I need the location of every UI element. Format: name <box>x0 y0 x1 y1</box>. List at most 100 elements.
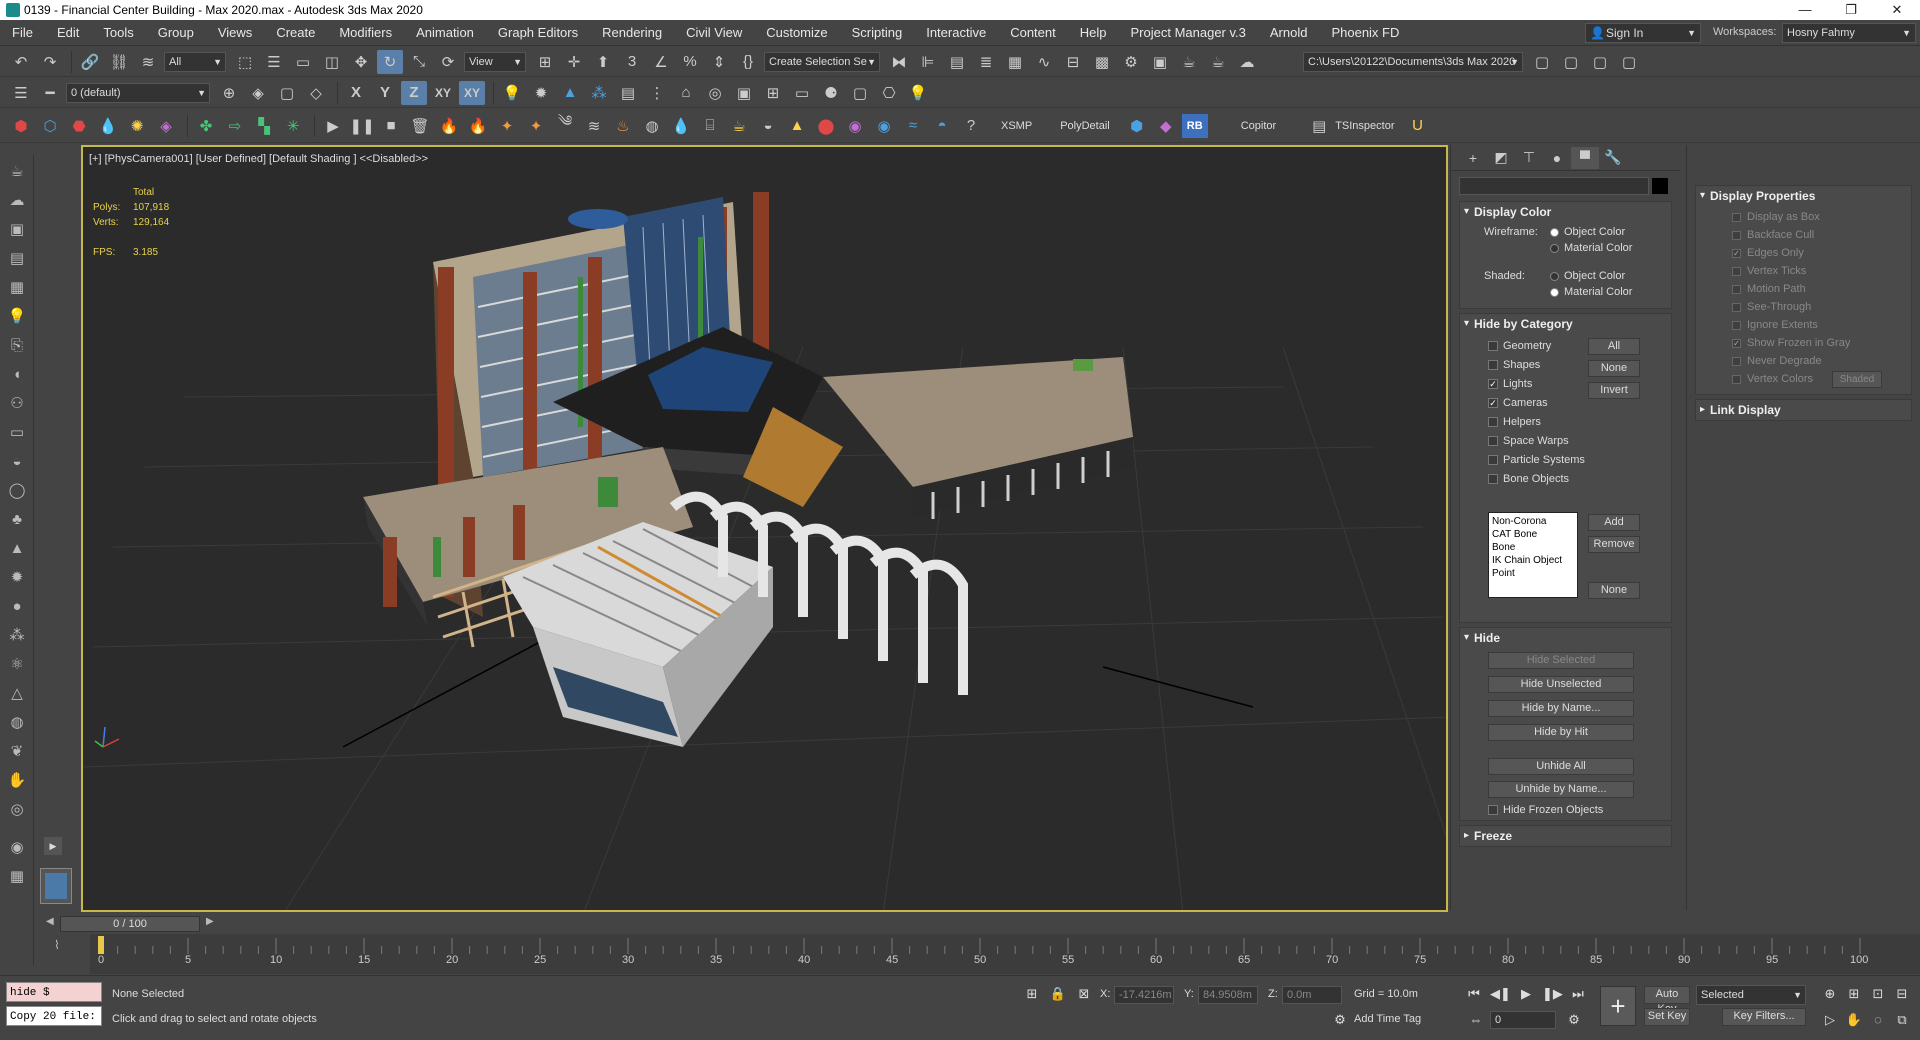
align-icon[interactable]: ⊫ <box>915 50 941 74</box>
tsinspector-button[interactable]: TSInspector <box>1335 120 1404 132</box>
category-invert-button[interactable]: Invert <box>1588 382 1640 399</box>
object-color-swatch[interactable] <box>1652 178 1668 194</box>
phoenix-turbulence-icon[interactable]: ≋ <box>581 114 607 138</box>
menu-content[interactable]: Content <box>998 25 1068 40</box>
axis-z-button[interactable]: Z <box>401 80 427 105</box>
ignore-extents-checkbox[interactable]: Ignore Extents <box>1696 316 1905 334</box>
edges-only-checkbox[interactable]: ✓ Edges Only <box>1696 244 1905 262</box>
freeze-header[interactable]: Freeze <box>1460 826 1671 846</box>
list-item[interactable]: Point <box>1492 567 1574 580</box>
render-cloud-icon[interactable]: ☁ <box>1234 50 1260 74</box>
curve-editor-icon[interactable]: ∿ <box>1031 50 1057 74</box>
isolate-selection-icon[interactable]: ⊞ <box>1022 984 1042 1004</box>
pan-icon[interactable]: ✋ <box>1844 1010 1864 1030</box>
corona-water-icon[interactable]: 💧 <box>95 114 121 138</box>
phoenix-source2-icon[interactable]: ⬤ <box>813 114 839 138</box>
project-open-icon[interactable]: ▢ <box>1558 50 1584 74</box>
phoenix-wind-icon[interactable]: ༄ <box>552 113 578 138</box>
shaded-material-color-radio[interactable]: Material Color <box>1550 286 1632 298</box>
phoenix-glass-icon[interactable]: ⌸ <box>697 114 723 138</box>
motion-path-checkbox[interactable]: Motion Path <box>1696 280 1905 298</box>
zoom-icon[interactable]: ⊕ <box>1820 984 1840 1004</box>
menu-scripting[interactable]: Scripting <box>840 25 915 40</box>
rendered-frame-icon[interactable]: ▣ <box>1147 50 1173 74</box>
globe-icon[interactable]: ◍ <box>4 709 30 735</box>
project-set-icon[interactable]: ▢ <box>1616 50 1642 74</box>
viewport-thumbnail[interactable] <box>40 868 72 904</box>
rb-button[interactable]: RB <box>1181 113 1208 138</box>
percent-snap-icon[interactable]: % <box>677 50 703 74</box>
magnet-icon[interactable]: U <box>1405 114 1431 138</box>
hide-by-name-button[interactable]: Hide by Name... <box>1488 700 1634 717</box>
utilities-tab-icon[interactable]: 🔧 <box>1599 147 1627 169</box>
phoenix-foam-icon[interactable]: ◉ <box>842 114 868 138</box>
menu-modifiers[interactable]: Modifiers <box>327 25 404 40</box>
hierarchy-tab-icon[interactable]: ⊤ <box>1515 147 1543 169</box>
y-coordinate-field[interactable]: 84.9508m <box>1198 986 1258 1004</box>
place-icon[interactable]: ⟳ <box>435 50 461 74</box>
layer-dropdown[interactable]: 0 (default) ▼ <box>66 82 210 103</box>
hierarchy-icon[interactable]: ⋮ <box>644 81 670 105</box>
list-icon[interactable]: ▤ <box>615 81 641 105</box>
render-setup-icon[interactable]: ⚙ <box>1118 50 1144 74</box>
category-add-button[interactable]: Add <box>1588 514 1640 531</box>
leaf-icon[interactable]: ❦ <box>4 738 30 764</box>
phoenix-bowl-icon[interactable]: ◒ <box>755 114 781 138</box>
category-bone-objects-checkbox[interactable]: Bone Objects <box>1488 469 1585 488</box>
time-slider[interactable]: 0 / 100 <box>60 916 200 932</box>
render-iterative-icon[interactable]: ☕ <box>1205 50 1231 74</box>
category-list[interactable]: Non-Corona CAT Bone Bone IK Chain Object… <box>1488 512 1578 598</box>
growfx-icon[interactable]: ✳ <box>280 114 306 138</box>
help-icon[interactable]: ? <box>958 114 984 138</box>
mirror-icon[interactable]: ⧓ <box>886 50 912 74</box>
display-as-box-checkbox[interactable]: Display as Box <box>1696 208 1905 226</box>
render-production-icon[interactable]: ☕ <box>1176 50 1202 74</box>
time-tag-icon[interactable]: ⚙ <box>1330 1010 1350 1030</box>
create-layer-icon[interactable]: ⊕ <box>216 81 242 105</box>
angle-snap-icon[interactable]: ∠ <box>648 50 674 74</box>
key-mode-dropdown[interactable]: Selected ▼ <box>1696 985 1806 1005</box>
select-object-icon[interactable]: ⬚ <box>232 50 258 74</box>
menu-group[interactable]: Group <box>146 25 206 40</box>
unlink-icon[interactable]: ⛓ <box>106 50 132 74</box>
select-layer-icon[interactable]: ▢ <box>274 81 300 105</box>
minimize-button[interactable]: — <box>1782 2 1828 18</box>
set-current-layer-icon[interactable]: ◇ <box>303 81 329 105</box>
camera-tool-icon[interactable]: ⎘ <box>4 332 30 358</box>
vertex-ticks-checkbox[interactable]: Vertex Ticks <box>1696 262 1905 280</box>
schematic-view-icon[interactable]: ⊟ <box>1060 50 1086 74</box>
category-particle-systems-checkbox[interactable]: Particle Systems <box>1488 450 1585 469</box>
molecule-icon[interactable]: ⚛ <box>4 651 30 677</box>
phoenix-fire3-icon[interactable]: ▲ <box>784 114 810 138</box>
display-tab-icon[interactable]: ▀ <box>1571 146 1599 169</box>
polydetail-button[interactable]: PolyDetail <box>1046 120 1124 132</box>
category-shapes-checkbox[interactable]: Shapes <box>1488 355 1585 374</box>
category-space-warps-checkbox[interactable]: Space Warps <box>1488 431 1585 450</box>
railclone-icon[interactable]: ▚ <box>251 114 277 138</box>
time-config-icon[interactable]: ⚙ <box>1564 1010 1584 1030</box>
selection-lock-icon[interactable]: 🔒 <box>1048 984 1068 1004</box>
axis-xy-button[interactable]: XY <box>430 81 456 105</box>
ball-icon[interactable]: ● <box>4 593 30 619</box>
forest-arrow-icon[interactable]: ⇨ <box>222 114 248 138</box>
hide-by-hit-button[interactable]: Hide by Hit <box>1488 724 1634 741</box>
zoom-all-icon[interactable]: ⊞ <box>1844 984 1864 1004</box>
category-remove-button[interactable]: Remove <box>1588 536 1640 553</box>
motion-tab-icon[interactable]: ● <box>1543 147 1571 169</box>
motion-panel-icon[interactable]: ▤ <box>4 245 30 271</box>
maximize-button[interactable]: ❐ <box>1828 2 1874 18</box>
play-animation-icon[interactable]: ▶ <box>1516 984 1536 1004</box>
cube-icon[interactable]: ◆ <box>1153 114 1179 138</box>
scale-icon[interactable]: ⤡ <box>406 50 432 74</box>
keyboard-shortcut-icon[interactable]: ⬆ <box>590 50 616 74</box>
rect-selection-icon[interactable]: ▭ <box>290 50 316 74</box>
camera-icon[interactable]: ⚈ <box>818 81 844 105</box>
preview-icon[interactable]: ▭ <box>789 81 815 105</box>
shell-icon[interactable]: ◎ <box>4 796 30 822</box>
phoenix-pool-icon[interactable]: ◓ <box>929 114 955 138</box>
phoenix-cup-icon[interactable]: ☕ <box>726 114 752 138</box>
backface-cull-checkbox[interactable]: Backface Cull <box>1696 226 1905 244</box>
set-key-plus-button[interactable]: + <box>1600 986 1636 1026</box>
list-item[interactable]: Bone <box>1492 541 1574 554</box>
add-to-layer-icon[interactable]: ◈ <box>245 81 271 105</box>
